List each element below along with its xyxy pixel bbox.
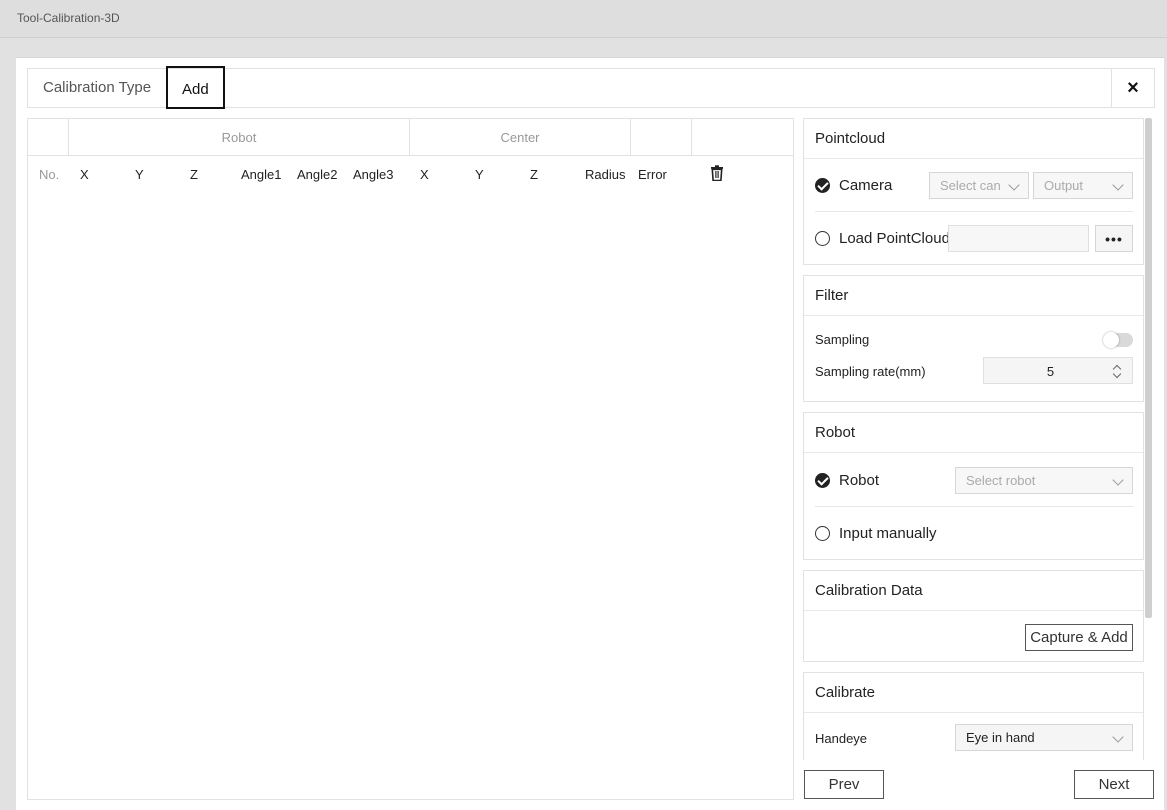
section-title-filter: Filter	[804, 276, 1143, 316]
group-header-robot: Robot	[69, 119, 410, 156]
col-angle3: Angle3	[353, 167, 394, 182]
prev-button[interactable]: Prev	[804, 770, 884, 799]
chevron-down-icon	[1112, 179, 1124, 191]
trash-icon[interactable]	[710, 165, 724, 181]
chevron-down-icon	[1008, 179, 1020, 191]
capture-add-button[interactable]: Capture & Add	[1025, 624, 1133, 651]
tab-add[interactable]: Add	[166, 66, 225, 109]
col-center-y: Y	[475, 167, 484, 182]
section-robot: Robot Robot Select robot Input manually	[803, 412, 1144, 560]
close-button[interactable]: ×	[1111, 69, 1154, 107]
col-angle2: Angle2	[297, 167, 338, 182]
chevron-down-icon	[1112, 731, 1124, 743]
radio-checked-icon	[815, 178, 830, 193]
sampling-rate-spinbox[interactable]: 5	[983, 357, 1133, 384]
output-select[interactable]: Output	[1033, 172, 1133, 199]
group-header-error	[631, 119, 692, 156]
section-title-calibration-data: Calibration Data	[804, 571, 1143, 611]
camera-select-value: Select can	[940, 178, 1001, 193]
section-calibrate: Calibrate Handeye Eye in hand	[803, 672, 1144, 760]
section-title-calibrate: Calibrate	[804, 673, 1143, 713]
more-dots-icon: •••	[1105, 230, 1123, 247]
col-radius: Radius	[585, 167, 626, 182]
group-header-actions	[692, 119, 793, 156]
col-no: No.	[39, 167, 60, 182]
group-header-center: Center	[410, 119, 631, 156]
col-angle1: Angle1	[241, 167, 282, 182]
divider	[815, 211, 1133, 212]
settings-panel[interactable]: Pointcloud Camera Select can Output Load…	[803, 118, 1152, 760]
tab-bar: Calibration Type Add ×	[27, 66, 1155, 109]
camera-radio[interactable]: Camera	[815, 177, 892, 194]
col-error: Error	[638, 167, 667, 182]
handeye-label: Handeye	[815, 731, 868, 746]
radio-unchecked-icon	[815, 231, 830, 246]
input-manually-label: Input manually	[839, 525, 937, 542]
sampling-toggle[interactable]	[1103, 332, 1133, 348]
section-filter: Filter Sampling Sampling rate(mm) 5	[803, 275, 1144, 402]
chevron-down-icon	[1112, 474, 1124, 486]
output-select-value: Output	[1044, 178, 1084, 193]
calibration-dialog: Calibration Type Add × Robot Center No. …	[16, 57, 1164, 810]
handeye-select-value: Eye in hand	[966, 730, 1035, 745]
section-pointcloud: Pointcloud Camera Select can Output Load…	[803, 118, 1144, 265]
col-robot-y: Y	[135, 167, 144, 182]
section-calibration-data: Calibration Data Capture & Add	[803, 570, 1144, 662]
next-button[interactable]: Next	[1074, 770, 1154, 799]
close-icon: ×	[1127, 76, 1139, 99]
camera-select[interactable]: Select can	[929, 172, 1029, 199]
robot-radio[interactable]: Robot	[815, 472, 879, 489]
panel-scrollbar[interactable]	[1145, 118, 1152, 618]
divider	[815, 506, 1133, 507]
load-pointcloud-radio[interactable]: Load PointCloud	[815, 230, 950, 247]
load-pointcloud-label: Load PointCloud	[839, 230, 950, 247]
sampling-rate-label: Sampling rate(mm)	[815, 364, 926, 379]
handeye-select[interactable]: Eye in hand	[955, 724, 1133, 751]
col-robot-z: Z	[190, 167, 198, 182]
robot-label: Robot	[839, 472, 880, 489]
section-title-pointcloud: Pointcloud	[804, 119, 1143, 159]
input-manually-radio[interactable]: Input manually	[815, 525, 937, 542]
radio-unchecked-icon	[815, 526, 830, 541]
col-center-z: Z	[530, 167, 538, 182]
table-group-header: Robot Center	[28, 119, 793, 156]
section-title-robot: Robot	[804, 413, 1143, 453]
camera-label: Camera	[839, 177, 893, 194]
calibration-table: Robot Center No. X Y Z Angle1 Angle2 Ang…	[27, 118, 794, 800]
radio-checked-icon	[815, 473, 830, 488]
browse-button[interactable]: •••	[1095, 225, 1133, 252]
pointcloud-path-input[interactable]	[948, 225, 1089, 252]
robot-select[interactable]: Select robot	[955, 467, 1133, 494]
window-title: Tool-Calibration-3D	[17, 11, 120, 25]
col-center-x: X	[420, 167, 429, 182]
tab-calibration-type[interactable]: Calibration Type	[28, 69, 166, 107]
robot-select-value: Select robot	[966, 473, 1036, 488]
sampling-label: Sampling	[815, 332, 870, 347]
window-titlebar: Tool-Calibration-3D	[0, 0, 1167, 38]
col-robot-x: X	[80, 167, 89, 182]
sampling-rate-value: 5	[1046, 364, 1055, 379]
group-header-blank	[28, 119, 69, 156]
